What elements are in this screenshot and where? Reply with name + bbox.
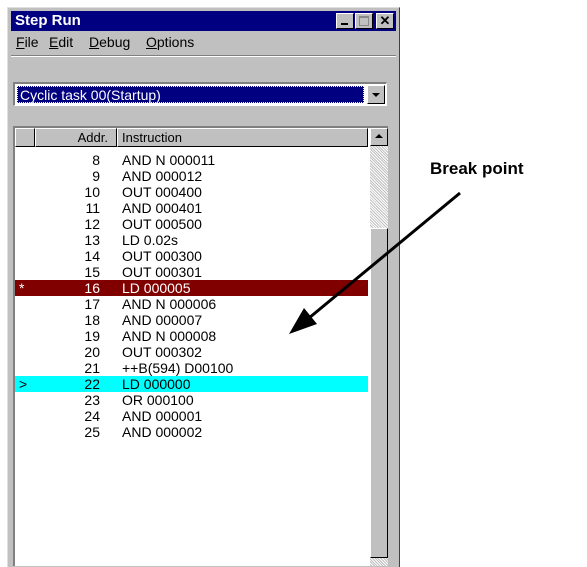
menu-separator xyxy=(11,55,396,57)
chevron-up-icon xyxy=(375,134,383,138)
table-row[interactable]: 10 OUT 000400 xyxy=(15,184,368,200)
column-header-addr[interactable]: Addr. xyxy=(35,128,117,147)
minimize-button[interactable] xyxy=(336,13,354,29)
row-address: 9 xyxy=(92,168,100,184)
row-instruction: AND 000007 xyxy=(122,312,203,328)
table-row[interactable]: 8 AND N 000011 xyxy=(15,152,368,168)
scroll-thumb[interactable] xyxy=(370,228,388,558)
row-instruction: AND 000001 xyxy=(122,408,203,424)
vertical-scrollbar[interactable] xyxy=(370,128,388,566)
menu-debug[interactable]: Debug xyxy=(89,34,130,50)
row-instruction: OR 000100 xyxy=(122,392,194,408)
breakpoint-callout: Break point xyxy=(430,159,524,178)
row-address: 15 xyxy=(84,264,100,280)
table-row[interactable]: 13 LD 0.02s xyxy=(15,232,368,248)
row-instruction: OUT 000301 xyxy=(122,264,202,280)
table-row[interactable]: 9 AND 000012 xyxy=(15,168,368,184)
table-row[interactable]: 15 OUT 000301 xyxy=(15,264,368,280)
list-header: Addr. Instruction xyxy=(15,128,368,148)
task-select-value: Cyclic task 00(Startup) xyxy=(17,86,364,103)
table-row[interactable]: 18 AND 000007 xyxy=(15,312,368,328)
menu-options[interactable]: Options xyxy=(146,34,194,50)
row-instruction: OUT 000300 xyxy=(122,248,202,264)
row-instruction: OUT 000302 xyxy=(122,344,202,360)
menu-debug-label: ebug xyxy=(99,34,131,50)
instruction-list[interactable]: Addr. Instruction 8 AND N 000011 9 AND 0000… xyxy=(13,126,388,566)
row-address: 12 xyxy=(84,216,100,232)
table-row[interactable]: 23 OR 000100 xyxy=(15,392,368,408)
row-address: 11 xyxy=(85,200,100,216)
row-address: 25 xyxy=(84,424,100,440)
row-address: 10 xyxy=(84,184,100,200)
maximize-icon xyxy=(359,16,369,26)
row-instruction: AND 000012 xyxy=(122,168,203,184)
row-instruction: AND 000401 xyxy=(122,200,203,216)
row-instruction: LD 000000 xyxy=(122,376,191,392)
menu-file-label: ile xyxy=(24,34,39,50)
row-instruction: OUT 000400 xyxy=(122,184,202,200)
row-instruction: AND N 000008 xyxy=(122,328,217,344)
breakpoint-row[interactable]: * 16 LD 000005 xyxy=(15,280,368,296)
menu-options-label: ptions xyxy=(156,34,195,50)
maximize-button[interactable] xyxy=(355,13,373,29)
table-row[interactable]: 17 AND N 000006 xyxy=(15,296,368,312)
table-row[interactable]: 20 OUT 000302 xyxy=(15,344,368,360)
row-marker: * xyxy=(19,280,25,296)
task-dropdown-button[interactable] xyxy=(367,85,385,104)
table-row[interactable]: 19 AND N 000008 xyxy=(15,328,368,344)
table-row[interactable]: 12 OUT 000500 xyxy=(15,216,368,232)
chevron-down-icon xyxy=(372,93,380,97)
row-address: 19 xyxy=(84,328,100,344)
close-icon: ✕ xyxy=(379,13,391,28)
column-header-instruction[interactable]: Instruction xyxy=(117,128,368,147)
row-instruction: AND 000002 xyxy=(122,424,203,440)
row-address: 20 xyxy=(84,344,100,360)
window-title: Step Run xyxy=(15,12,81,29)
row-instruction: AND N 000006 xyxy=(122,296,217,312)
table-row[interactable]: 24 AND 000001 xyxy=(15,408,368,424)
row-address: 22 xyxy=(84,376,100,392)
table-row[interactable]: 14 OUT 000300 xyxy=(15,248,368,264)
row-address: 21 xyxy=(84,360,100,376)
close-button[interactable]: ✕ xyxy=(376,13,394,29)
table-row[interactable]: 25 AND 000002 xyxy=(15,424,368,440)
row-address: 16 xyxy=(84,280,100,296)
row-address: 23 xyxy=(84,392,100,408)
table-row[interactable]: 21 ++B(594) D00100 xyxy=(15,360,368,376)
scroll-up-button[interactable] xyxy=(370,128,388,146)
row-instruction: LD 000005 xyxy=(122,280,191,296)
column-header-mark[interactable] xyxy=(15,128,35,147)
title-bar[interactable]: Step Run ✕ xyxy=(11,11,396,31)
row-address: 17 xyxy=(84,296,100,312)
menu-file[interactable]: File xyxy=(16,34,39,50)
row-instruction: AND N 000011 xyxy=(122,152,216,168)
minimize-icon xyxy=(341,23,348,25)
task-select[interactable]: Cyclic task 00(Startup) xyxy=(13,82,387,106)
menu-edit-label: dit xyxy=(58,34,74,50)
row-address: 24 xyxy=(84,408,100,424)
row-instruction: OUT 000500 xyxy=(122,216,202,232)
row-instruction: ++B(594) D00100 xyxy=(122,360,234,376)
menu-bar: File Edit Debug Options xyxy=(11,32,396,52)
row-marker: > xyxy=(19,376,28,392)
row-instruction: LD 0.02s xyxy=(122,232,179,248)
row-address: 18 xyxy=(84,312,100,328)
row-address: 13 xyxy=(84,232,100,248)
table-row[interactable]: 11 AND 000401 xyxy=(15,200,368,216)
menu-edit[interactable]: Edit xyxy=(49,34,73,50)
row-address: 8 xyxy=(92,152,100,168)
current-row[interactable]: >22 LD 000000 xyxy=(15,376,368,392)
row-address: 14 xyxy=(84,248,100,264)
